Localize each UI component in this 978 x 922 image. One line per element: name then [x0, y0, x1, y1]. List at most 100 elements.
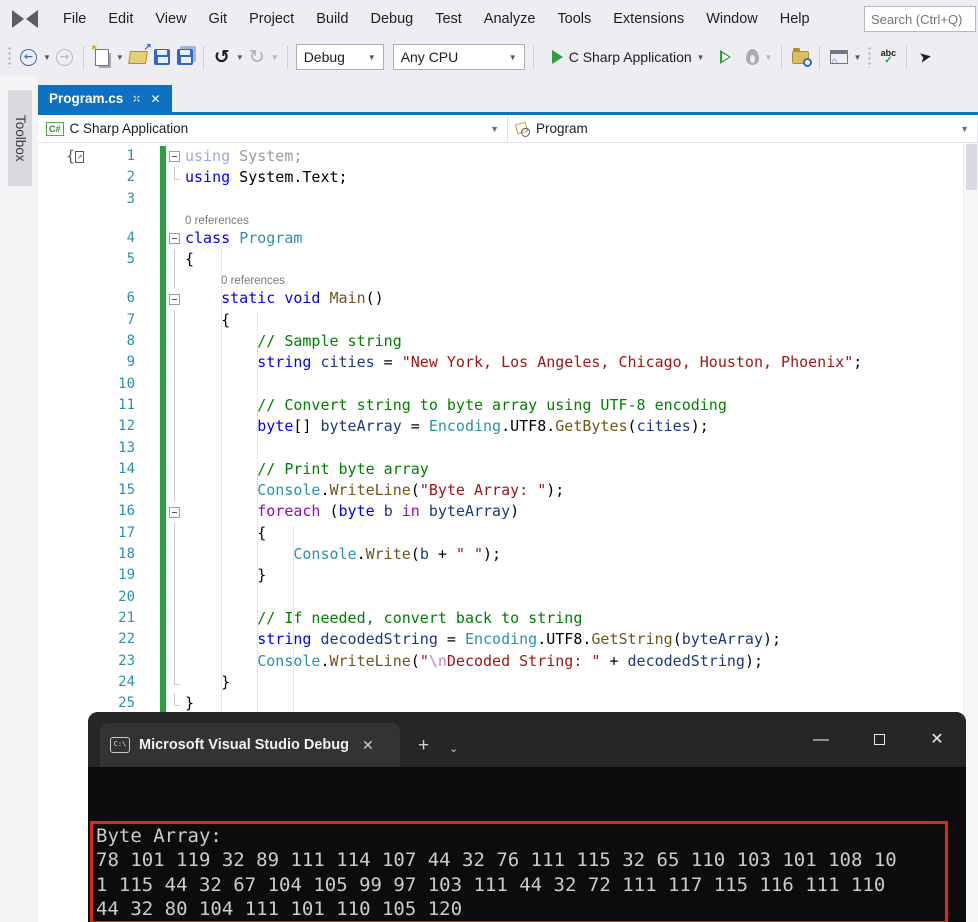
- navigate-back-button[interactable]: ←: [18, 44, 39, 70]
- fold-guide-line: [174, 331, 175, 353]
- code-text: // Sample string: [257, 332, 402, 351]
- new-tab-button[interactable]: +: [418, 735, 429, 757]
- undo-button[interactable]: ↺: [212, 44, 232, 70]
- outlining-margin[interactable]: [166, 228, 185, 249]
- back-dropdown-caret[interactable]: ▼: [43, 53, 51, 62]
- open-file-button[interactable]: [127, 44, 149, 70]
- codelens-row: 0 references: [38, 270, 978, 289]
- maximize-button[interactable]: [850, 712, 908, 767]
- code-line: 10: [38, 373, 978, 395]
- code-line: 3: [38, 188, 978, 210]
- line-number: 22: [118, 631, 135, 648]
- hot-reload-dropdown-caret[interactable]: ▼: [765, 53, 773, 62]
- minimize-button[interactable]: —: [792, 712, 850, 767]
- tab-program-cs[interactable]: Program.cs ⊹ ✕: [38, 85, 172, 112]
- close-button[interactable]: ✕: [908, 712, 966, 767]
- line-number: 16: [118, 503, 135, 520]
- folder-search-icon: [791, 47, 812, 67]
- code-text: {: [185, 250, 195, 269]
- toolbar-grip-handle[interactable]: [7, 46, 12, 68]
- collapse-box-icon[interactable]: [169, 151, 180, 163]
- outlining-margin: [166, 249, 185, 271]
- outlining-margin: [166, 394, 185, 417]
- line-number: 18: [118, 546, 135, 563]
- terminal-title-bar[interactable]: C:\ Microsoft Visual Studio Debug Consol…: [88, 712, 966, 767]
- toolbox-tab[interactable]: Toolbox: [8, 90, 32, 186]
- menu-item-window[interactable]: Window: [695, 0, 769, 38]
- redo-dropdown-caret[interactable]: ▼: [271, 53, 279, 62]
- terminal-output[interactable]: Byte Array: 78 101 119 32 89 111 114 107…: [88, 767, 966, 922]
- code-line: 12 byte[] byteArray = Encoding.UTF8.GetB…: [38, 416, 978, 438]
- scrollbar-thumb[interactable]: [966, 144, 977, 190]
- type-dropdown[interactable]: Program ▼: [508, 115, 978, 142]
- save-all-button[interactable]: [175, 44, 195, 70]
- undo-dropdown-caret[interactable]: ▼: [236, 53, 244, 62]
- codelens-references[interactable]: 0 references: [185, 270, 978, 288]
- find-in-files-button[interactable]: [790, 44, 812, 70]
- collapse-box-icon[interactable]: [169, 293, 180, 305]
- chevron-down-icon[interactable]: ▼: [854, 53, 862, 62]
- line-number: 24: [118, 673, 135, 690]
- fold-guide-line: [174, 458, 175, 481]
- outlining-margin[interactable]: [166, 146, 185, 167]
- menu-item-help[interactable]: Help: [769, 0, 821, 38]
- outlining-margin[interactable]: [166, 501, 185, 522]
- fold-guide-line: [174, 522, 175, 545]
- save-button[interactable]: [152, 44, 172, 70]
- hot-reload-button[interactable]: [736, 44, 761, 70]
- new-file-button[interactable]: [90, 43, 112, 70]
- menu-item-test[interactable]: Test: [424, 0, 473, 38]
- solution-config-dropdown[interactable]: Debug ▼: [295, 44, 384, 70]
- menu-item-debug[interactable]: Debug: [359, 0, 424, 38]
- menu-item-analyze[interactable]: Analyze: [473, 0, 547, 38]
- class-icon: [516, 123, 530, 137]
- line-number: 4: [126, 229, 135, 246]
- menu-item-view[interactable]: View: [144, 0, 197, 38]
- code-text: Console.Write(b + " ");: [293, 545, 502, 564]
- redo-button[interactable]: ↻: [247, 44, 267, 70]
- project-dropdown[interactable]: C# C Sharp Application ▼: [38, 115, 508, 142]
- menu-bar: File Edit View Git Project Build Debug Test Anal…: [0, 0, 978, 38]
- csharp-project-icon: C#: [46, 121, 64, 136]
- visual-studio-logo-icon: [10, 8, 40, 30]
- line-number: 8: [126, 333, 135, 350]
- close-icon[interactable]: ✕: [151, 92, 161, 106]
- line-number: 12: [118, 418, 135, 435]
- start-without-debug-button[interactable]: [710, 44, 733, 70]
- navigate-forward-button[interactable]: →: [54, 44, 75, 70]
- solution-explorer-button[interactable]: [828, 44, 850, 70]
- line-number: [38, 270, 160, 288]
- outlining-margin: [166, 210, 185, 228]
- close-icon[interactable]: ✕: [362, 737, 374, 754]
- fold-guide-line: [174, 394, 175, 417]
- menu-item-git[interactable]: Git: [198, 0, 239, 38]
- start-debug-button[interactable]: C Sharp Application ▼: [542, 44, 707, 70]
- console-output-line: Byte Array:: [96, 824, 234, 847]
- terminal-tab[interactable]: C:\ Microsoft Visual Studio Debug Consol…: [100, 723, 400, 767]
- codelens-references[interactable]: 0 references: [185, 210, 978, 228]
- collapse-box-icon[interactable]: [169, 233, 180, 245]
- line-number: 2: [126, 169, 135, 186]
- platform-dropdown[interactable]: Any CPU ▼: [392, 44, 525, 70]
- menu-item-file[interactable]: File: [52, 0, 97, 38]
- new-file-dropdown-caret[interactable]: ▼: [116, 53, 124, 62]
- menu-item-tools[interactable]: Tools: [546, 0, 602, 38]
- menu-item-build[interactable]: Build: [305, 0, 359, 38]
- outlining-margin: [166, 352, 185, 374]
- selection-tool-button[interactable]: ➤: [915, 44, 935, 70]
- menu-item-edit[interactable]: Edit: [97, 0, 144, 38]
- toolbar-grip-handle[interactable]: [867, 46, 873, 68]
- menu-item-project[interactable]: Project: [238, 0, 305, 38]
- spell-check-button[interactable]: abc ✓: [878, 44, 898, 70]
- maximize-icon: [873, 734, 885, 746]
- collapse-box-icon[interactable]: [169, 506, 180, 518]
- flame-icon: [745, 49, 759, 65]
- menu-item-extensions[interactable]: Extensions: [602, 0, 695, 38]
- search-input[interactable]: [864, 6, 976, 32]
- outlining-margin: [166, 331, 185, 353]
- outlining-margin[interactable]: [166, 288, 185, 309]
- pin-icon[interactable]: ⊹: [129, 91, 145, 106]
- chevron-down-icon[interactable]: ⌄: [449, 742, 458, 755]
- line-number: 19: [118, 567, 135, 584]
- separator: [906, 45, 908, 69]
